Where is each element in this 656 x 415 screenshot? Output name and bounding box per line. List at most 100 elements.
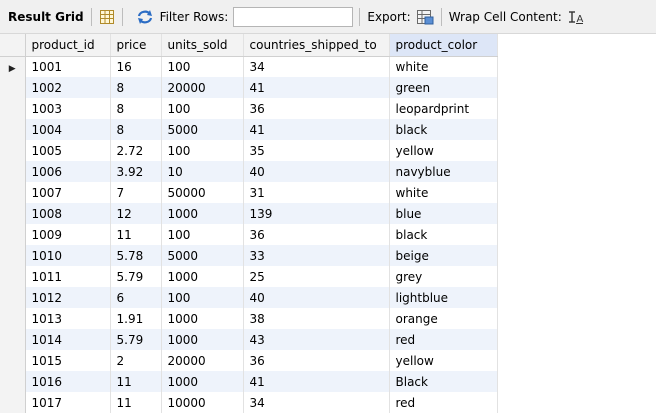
row-selector[interactable]: [0, 203, 26, 224]
cell-countries-shipped-to[interactable]: 36: [243, 350, 390, 371]
cell-countries-shipped-to[interactable]: 40: [243, 287, 390, 308]
table-row[interactable]: 1015 2 20000 36 yellow: [0, 350, 498, 371]
cell-price[interactable]: 2: [110, 350, 162, 371]
cell-product-id[interactable]: 1002: [25, 77, 111, 98]
cell-countries-shipped-to[interactable]: 33: [243, 245, 390, 266]
table-row[interactable]: 1005 2.72 100 35 yellow: [0, 140, 498, 161]
cell-units-sold[interactable]: 5000: [161, 119, 244, 140]
row-selector[interactable]: [0, 245, 26, 266]
cell-units-sold[interactable]: 50000: [161, 182, 244, 203]
row-selector[interactable]: [0, 182, 26, 203]
cell-product-color[interactable]: yellow: [389, 140, 498, 161]
cell-price[interactable]: 1.91: [110, 308, 162, 329]
row-selector[interactable]: [0, 161, 26, 182]
row-selector[interactable]: [0, 392, 26, 413]
cell-countries-shipped-to[interactable]: 43: [243, 329, 390, 350]
cell-units-sold[interactable]: 1000: [161, 266, 244, 287]
cell-countries-shipped-to[interactable]: 25: [243, 266, 390, 287]
cell-product-color[interactable]: white: [389, 182, 498, 203]
cell-units-sold[interactable]: 1000: [161, 203, 244, 224]
cell-product-id[interactable]: 1004: [25, 119, 111, 140]
column-header-price[interactable]: price: [110, 34, 162, 57]
column-header-countries-shipped-to[interactable]: countries_shipped_to: [243, 34, 390, 57]
column-header-product-color[interactable]: product_color: [389, 34, 498, 57]
table-row[interactable]: 1016 11 1000 41 Black: [0, 371, 498, 392]
cell-price[interactable]: 8: [110, 77, 162, 98]
cell-product-color[interactable]: beige: [389, 245, 498, 266]
table-row[interactable]: 1014 5.79 1000 43 red: [0, 329, 498, 350]
cell-product-id[interactable]: 1015: [25, 350, 111, 371]
cell-price[interactable]: 3.92: [110, 161, 162, 182]
cell-product-id[interactable]: 1003: [25, 98, 111, 119]
filter-rows-input[interactable]: [233, 6, 354, 27]
cell-units-sold[interactable]: 1000: [161, 371, 244, 392]
cell-units-sold[interactable]: 10000: [161, 392, 244, 413]
cell-product-id[interactable]: 1010: [25, 245, 111, 266]
cell-product-id[interactable]: 1017: [25, 392, 111, 413]
cell-price[interactable]: 12: [110, 203, 162, 224]
wrap-icon[interactable]: A: [568, 10, 584, 24]
export-icon[interactable]: [416, 9, 434, 25]
cell-countries-shipped-to[interactable]: 41: [243, 371, 390, 392]
row-selector[interactable]: [0, 98, 26, 119]
table-row[interactable]: 1017 11 10000 34 red: [0, 392, 498, 413]
table-row[interactable]: 1013 1.91 1000 38 orange: [0, 308, 498, 329]
cell-countries-shipped-to[interactable]: 36: [243, 98, 390, 119]
cell-countries-shipped-to[interactable]: 31: [243, 182, 390, 203]
table-row[interactable]: 1008 12 1000 139 blue: [0, 203, 498, 224]
current-row-arrow-icon[interactable]: ▶: [0, 56, 26, 77]
cell-product-color[interactable]: yellow: [389, 350, 498, 371]
cell-product-color[interactable]: grey: [389, 266, 498, 287]
cell-units-sold[interactable]: 100: [161, 140, 244, 161]
table-row[interactable]: 1010 5.78 5000 33 beige: [0, 245, 498, 266]
cell-product-color[interactable]: orange: [389, 308, 498, 329]
refresh-icon[interactable]: [136, 9, 154, 25]
cell-product-id[interactable]: 1011: [25, 266, 111, 287]
table-row[interactable]: 1002 8 20000 41 green: [0, 77, 498, 98]
cell-countries-shipped-to[interactable]: 36: [243, 224, 390, 245]
cell-product-color[interactable]: red: [389, 392, 498, 413]
table-row[interactable]: 1007 7 50000 31 white: [0, 182, 498, 203]
table-row[interactable]: 1009 11 100 36 black: [0, 224, 498, 245]
cell-price[interactable]: 8: [110, 119, 162, 140]
cell-price[interactable]: 5.79: [110, 329, 162, 350]
cell-countries-shipped-to[interactable]: 38: [243, 308, 390, 329]
cell-countries-shipped-to[interactable]: 41: [243, 119, 390, 140]
cell-price[interactable]: 16: [110, 56, 162, 77]
cell-countries-shipped-to[interactable]: 34: [243, 392, 390, 413]
row-selector[interactable]: [0, 140, 26, 161]
cell-units-sold[interactable]: 20000: [161, 350, 244, 371]
cell-product-color[interactable]: black: [389, 224, 498, 245]
cell-units-sold[interactable]: 100: [161, 224, 244, 245]
cell-units-sold[interactable]: 100: [161, 98, 244, 119]
table-row[interactable]: 1006 3.92 10 40 navyblue: [0, 161, 498, 182]
table-row[interactable]: 1003 8 100 36 leopardprint: [0, 98, 498, 119]
column-header-units-sold[interactable]: units_sold: [161, 34, 244, 57]
row-selector[interactable]: [0, 308, 26, 329]
row-selector[interactable]: [0, 224, 26, 245]
cell-price[interactable]: 5.79: [110, 266, 162, 287]
cell-price[interactable]: 7: [110, 182, 162, 203]
cell-product-color[interactable]: blue: [389, 203, 498, 224]
cell-price[interactable]: 11: [110, 371, 162, 392]
cell-countries-shipped-to[interactable]: 41: [243, 77, 390, 98]
cell-price[interactable]: 5.78: [110, 245, 162, 266]
cell-units-sold[interactable]: 20000: [161, 77, 244, 98]
cell-product-color[interactable]: black: [389, 119, 498, 140]
cell-units-sold[interactable]: 100: [161, 56, 244, 77]
cell-product-color[interactable]: Black: [389, 371, 498, 392]
cell-product-color[interactable]: lightblue: [389, 287, 498, 308]
cell-price[interactable]: 6: [110, 287, 162, 308]
cell-product-color[interactable]: navyblue: [389, 161, 498, 182]
cell-product-id[interactable]: 1001: [25, 56, 111, 77]
cell-product-color[interactable]: red: [389, 329, 498, 350]
cell-units-sold[interactable]: 1000: [161, 308, 244, 329]
column-header-product-id[interactable]: product_id: [25, 34, 111, 57]
table-row[interactable]: 1011 5.79 1000 25 grey: [0, 266, 498, 287]
table-row[interactable]: 1012 6 100 40 lightblue: [0, 287, 498, 308]
table-row[interactable]: 1004 8 5000 41 black: [0, 119, 498, 140]
cell-price[interactable]: 8: [110, 98, 162, 119]
row-selector[interactable]: [0, 329, 26, 350]
row-selector[interactable]: [0, 119, 26, 140]
cell-product-color[interactable]: white: [389, 56, 498, 77]
